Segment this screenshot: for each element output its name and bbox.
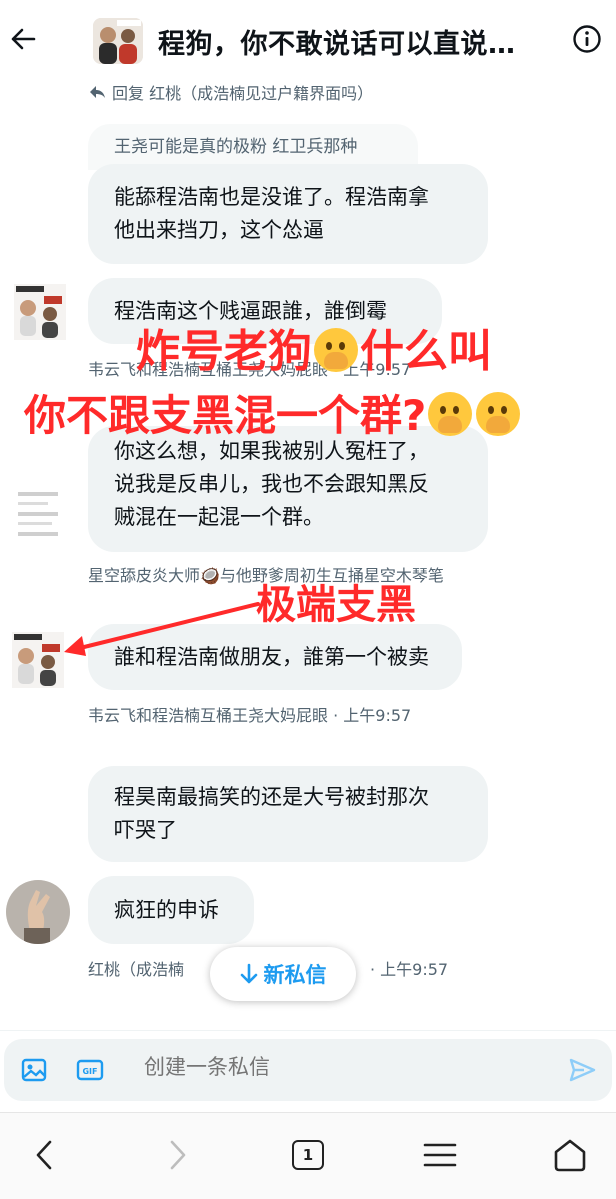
face-with-hand-over-mouth-icon: [476, 392, 521, 436]
conversation-header: 程狗，你不敢说话可以直说…: [0, 0, 616, 78]
message-line: 能舔程浩南也是没谁了。程浩南拿: [114, 185, 429, 209]
browser-forward-icon[interactable]: [156, 1133, 200, 1177]
message-bubble[interactable]: 能舔程浩南也是没谁了。程浩南拿 他出来挡刀，这个怂逼: [88, 164, 488, 264]
message-line: 程浩南这个贱逼跟誰，誰倒霉: [114, 299, 387, 323]
annotation-line-2: 你不跟支黑混一个群?: [24, 386, 522, 446]
message-line: 说我是反串儿，我也不会跟知黑反: [114, 472, 429, 496]
sender-avatar[interactable]: [14, 486, 64, 548]
group-avatar[interactable]: [93, 18, 143, 64]
sender-avatar[interactable]: [12, 632, 64, 688]
message-line: 程昊南最搞笑的还是大号被封那次: [114, 785, 429, 809]
message-composer: GIF: [0, 1030, 616, 1112]
home-icon[interactable]: [548, 1133, 592, 1177]
tab-count: 1: [292, 1140, 324, 1170]
image-icon[interactable]: [20, 1056, 48, 1084]
face-with-hand-over-mouth-icon: [314, 328, 358, 372]
back-arrow-icon[interactable]: [6, 22, 40, 56]
annotation-line-1: 炸号老狗 什么叫: [136, 326, 492, 377]
message-meta: 红桃（成浩楠: [88, 960, 185, 979]
tabs-button[interactable]: 1: [286, 1133, 330, 1177]
message-bubble[interactable]: 疯狂的申诉: [88, 876, 254, 944]
gif-icon[interactable]: GIF: [76, 1056, 104, 1084]
arrow-down-icon: [240, 963, 257, 984]
message-line: 吓哭了: [114, 818, 177, 842]
reply-indicator: 回复 红桃（成浩楠见过户籍界面吗）: [88, 80, 373, 104]
sender-avatar[interactable]: [6, 880, 70, 944]
message-input[interactable]: [144, 1055, 524, 1079]
send-icon[interactable]: [568, 1056, 596, 1084]
reply-arrow-icon: [90, 86, 105, 98]
message-line: 疯狂的申诉: [114, 898, 219, 922]
composer-box: GIF: [4, 1039, 612, 1101]
message-line: 贼混在一起混一个群。: [114, 505, 324, 529]
menu-icon[interactable]: [418, 1133, 462, 1177]
message-bubble[interactable]: 程昊南最搞笑的还是大号被封那次 吓哭了: [88, 766, 488, 862]
reply-text: 回复 红桃（成浩楠见过户籍界面吗）: [112, 84, 374, 103]
svg-text:GIF: GIF: [82, 1067, 97, 1076]
message-meta: 韦云飞和程浩楠互桶王尧大妈屁眼 · 上午9:57: [88, 706, 412, 725]
annotation-label: 极端支黑: [256, 582, 416, 628]
browser-nav-bar: 1: [0, 1112, 616, 1199]
conversation-title: 程狗，你不敢说话可以直说…: [158, 29, 516, 60]
sender-avatar[interactable]: [14, 284, 66, 340]
browser-back-icon[interactable]: [22, 1133, 66, 1177]
new-messages-button[interactable]: 新私信: [210, 947, 356, 1001]
face-with-hand-over-mouth-icon: [428, 392, 473, 436]
message-line: 他出来挡刀，这个怂逼: [114, 218, 324, 242]
new-messages-label: 新私信: [263, 963, 327, 987]
message-time: · 上午9:57: [370, 960, 449, 979]
info-icon[interactable]: [572, 24, 602, 54]
